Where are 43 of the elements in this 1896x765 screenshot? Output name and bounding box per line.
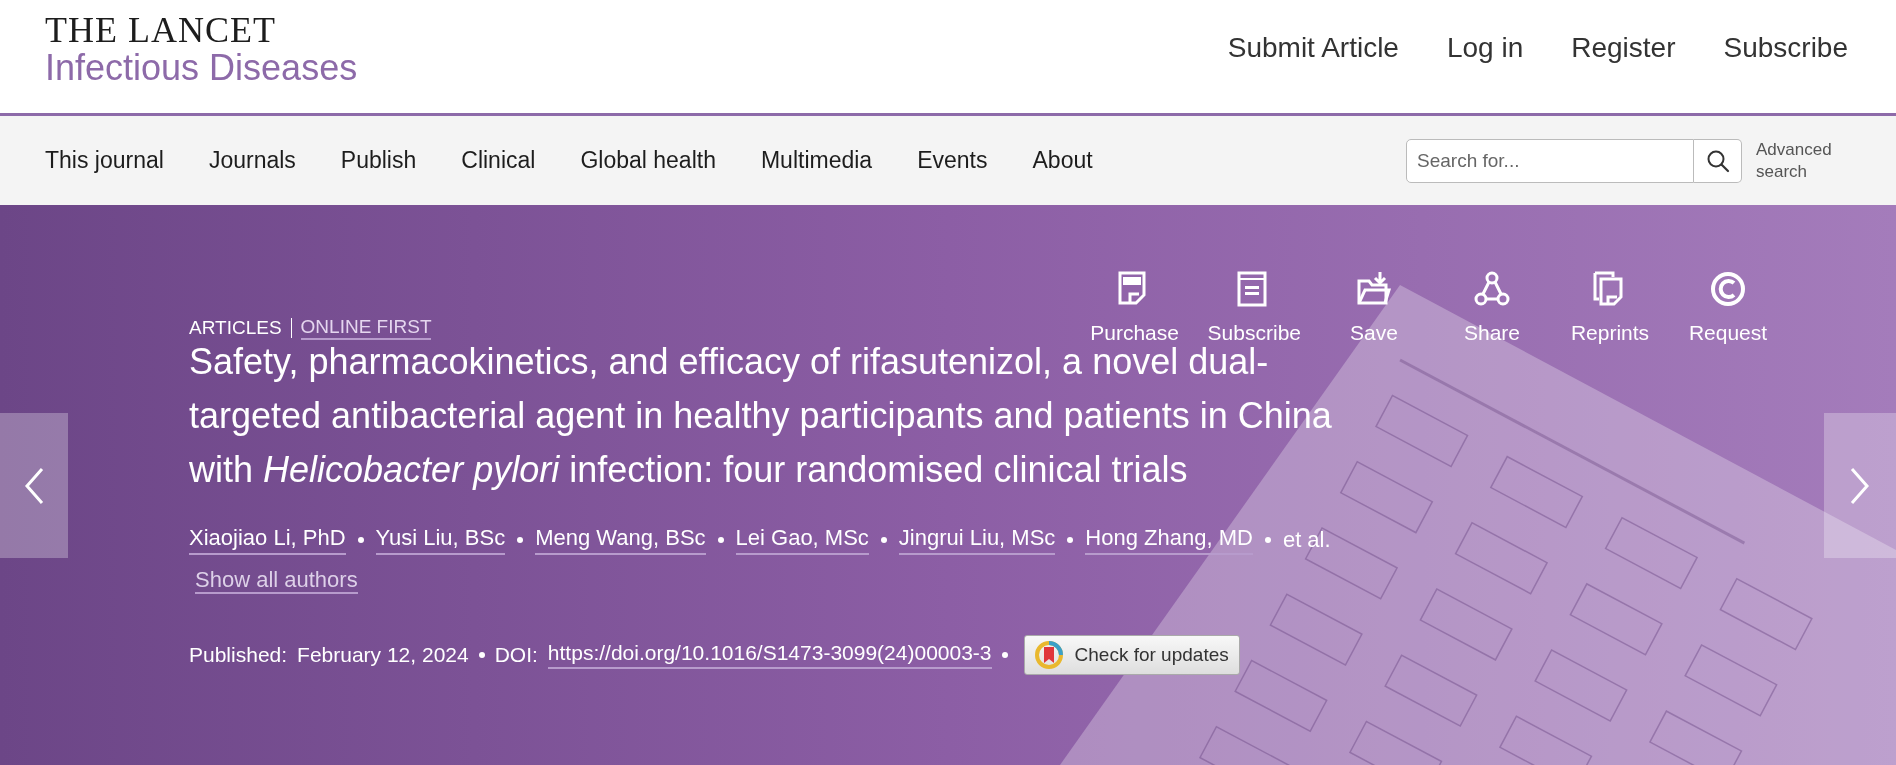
et-al-text: et al. [1282, 527, 1331, 553]
author-link[interactable]: Xiaojiao Li, PhD [189, 525, 346, 555]
author-link[interactable]: Jingrui Liu, MSc [898, 525, 1056, 555]
previous-button[interactable] [0, 413, 68, 558]
advanced-search-link[interactable]: Advanced search [1756, 138, 1836, 183]
logo-title[interactable]: THE LANCET [45, 13, 358, 47]
published-date: February 12, 2024 [297, 643, 469, 667]
author-link[interactable]: Yusi Liu, BSc [375, 525, 506, 555]
doi-link[interactable]: https://doi.org/10.1016/S1473-3099(24)00003-3 [547, 641, 992, 669]
nav-menu-item[interactable]: Global health [580, 147, 716, 174]
check-for-updates-button[interactable]: Check for updates [1023, 635, 1240, 675]
logo-subtitle[interactable]: Infectious Diseases [45, 47, 358, 89]
next-button[interactable] [1824, 413, 1896, 558]
online-first-link[interactable]: ONLINE FIRST [300, 316, 432, 340]
author-link[interactable]: Lei Gao, MSc [735, 525, 869, 555]
nav-menu-item[interactable]: Journals [208, 147, 296, 174]
nav-menu-item[interactable]: Clinical [461, 147, 536, 174]
header-link[interactable]: Subscribe [1723, 32, 1848, 64]
author-link[interactable]: Hong Zhang, MD [1085, 525, 1253, 555]
nav-menu-item[interactable]: This journal [45, 147, 164, 174]
doi-label: DOI: [494, 643, 538, 667]
copyright-icon [1710, 271, 1746, 307]
chevron-left-icon [23, 465, 45, 506]
header-link[interactable]: Submit Article [1227, 32, 1399, 64]
search-button[interactable] [1694, 138, 1742, 183]
share-icon [1474, 271, 1510, 307]
nav-menu-item[interactable]: Publish [340, 147, 417, 174]
folder-download-icon [1356, 271, 1392, 307]
search-field[interactable]: Search for... [1406, 138, 1694, 183]
header-link[interactable]: Register [1571, 32, 1676, 64]
published-label: Published: [189, 643, 288, 667]
bookmark-badge-icon [1034, 641, 1063, 669]
action-button[interactable]: Reprints [1565, 271, 1655, 345]
nav-menu-item[interactable]: About [1032, 147, 1093, 174]
header-link[interactable]: Log in [1446, 32, 1524, 64]
article-category: ARTICLES [189, 317, 282, 339]
show-all-authors-link[interactable]: Show all authors [195, 567, 358, 594]
author-link[interactable]: Meng Wang, BSc [535, 525, 706, 555]
chevron-right-icon [1849, 465, 1871, 506]
search-icon [1705, 148, 1730, 173]
nav-menu-item[interactable]: Multimedia [760, 147, 873, 174]
action-button[interactable]: Request [1683, 271, 1773, 345]
nav-menu-item[interactable]: Events [917, 147, 988, 174]
